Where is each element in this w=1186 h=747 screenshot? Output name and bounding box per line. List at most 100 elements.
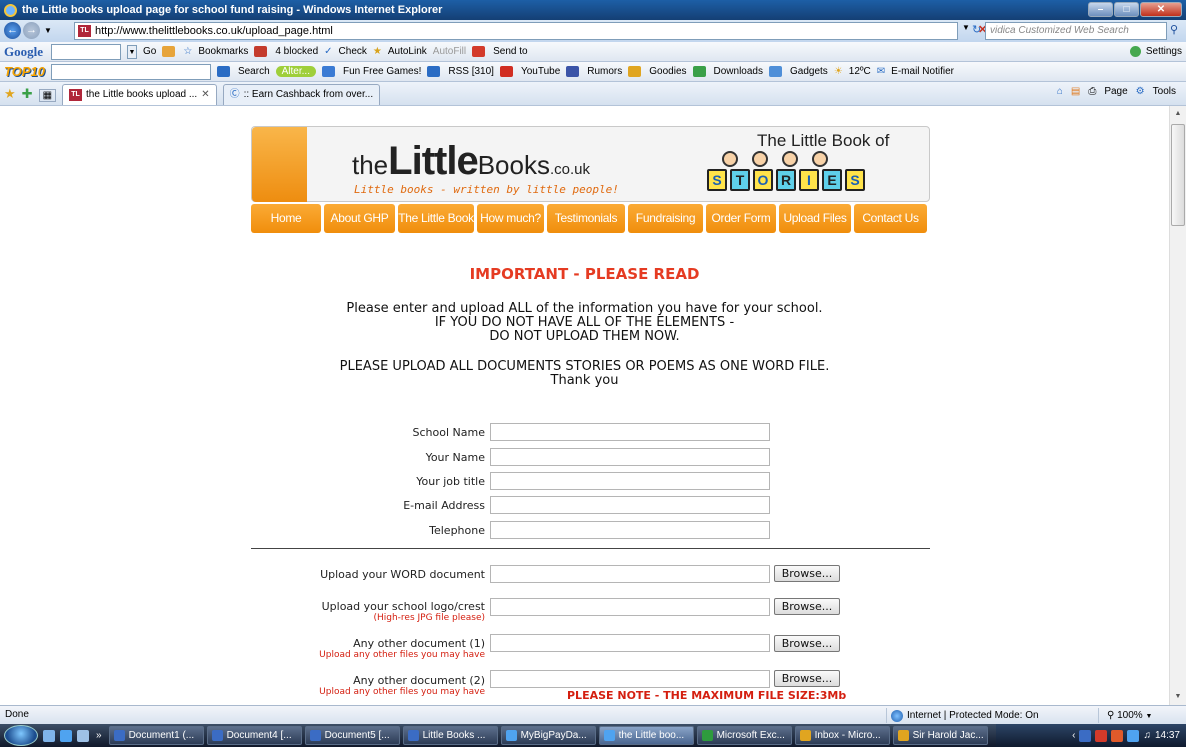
taskbar-item-document5[interactable]: Document5 [... xyxy=(304,726,400,745)
top10-logo[interactable]: TOP10 xyxy=(4,64,45,79)
autofill-button[interactable]: AutoFill xyxy=(433,46,466,57)
minimize-button[interactable]: – xyxy=(1088,2,1113,17)
taskbar-item-excel[interactable]: Microsoft Exc... xyxy=(696,726,792,745)
favorites-star-icon[interactable]: ★ xyxy=(4,86,16,102)
start-button[interactable] xyxy=(4,725,38,746)
back-button[interactable]: ← xyxy=(4,22,21,39)
school-name-input[interactable] xyxy=(490,423,770,441)
top10-search-input[interactable] xyxy=(50,63,211,80)
web-search-input[interactable]: vidica Customized Web Search xyxy=(985,22,1167,40)
other-doc-1-browse-button[interactable]: Browse... xyxy=(774,635,840,652)
nav-testimonials[interactable]: Testimonials xyxy=(547,204,625,233)
taskbar: » Document1 (... Document4 [... Document… xyxy=(0,724,1186,747)
nav-how-much[interactable]: How much? xyxy=(477,204,544,233)
gadgets-button[interactable]: Gadgets xyxy=(790,66,828,77)
volume-icon[interactable]: ♫ xyxy=(1143,730,1151,741)
scroll-up-icon[interactable]: ▲ xyxy=(1170,106,1186,122)
email-notifier-button[interactable]: E-mail Notifier xyxy=(891,66,954,77)
youtube-button[interactable]: YouTube xyxy=(521,66,560,77)
messenger-tray-icon[interactable] xyxy=(1111,729,1124,742)
job-title-input[interactable] xyxy=(490,472,770,490)
home-icon[interactable]: ⌂ xyxy=(1057,86,1063,97)
tab-earn-cashback[interactable]: Ⓒ :: Earn Cashback from over... xyxy=(222,84,381,105)
taskbar-item-document1[interactable]: Document1 (... xyxy=(108,726,204,745)
taskbar-item-document4[interactable]: Document4 [... xyxy=(206,726,302,745)
upload-logo-browse-button[interactable]: Browse... xyxy=(774,598,840,615)
rss-button[interactable]: RSS [310] xyxy=(448,66,494,77)
rumors-button[interactable]: Rumors xyxy=(587,66,622,77)
quicklaunch-chevron-icon[interactable]: » xyxy=(96,730,102,741)
show-desktop-icon[interactable] xyxy=(43,729,55,742)
monitor-tray-icon[interactable] xyxy=(1127,729,1140,742)
downloads-button[interactable]: Downloads xyxy=(714,66,763,77)
clock[interactable]: 14:37 xyxy=(1155,730,1180,741)
taskbar-item-little-books[interactable]: Little Books ... xyxy=(402,726,498,745)
taskbar-item-sir-harold[interactable]: Sir Harold Jac... xyxy=(892,726,988,745)
vertical-scrollbar[interactable]: ▲ ▼ xyxy=(1169,106,1186,705)
google-search-input[interactable] xyxy=(51,43,121,60)
tools-menu[interactable]: Tools xyxy=(1153,86,1176,97)
telephone-input[interactable] xyxy=(490,521,770,539)
google-go-button[interactable]: Go xyxy=(143,46,156,57)
history-dropdown-icon[interactable]: ▼ xyxy=(44,26,52,35)
bookmarks-button[interactable]: Bookmarks xyxy=(198,46,248,57)
your-name-input[interactable] xyxy=(490,448,770,466)
nav-contact-us[interactable]: Contact Us xyxy=(854,204,927,233)
maximize-button[interactable]: □ xyxy=(1114,2,1139,17)
forward-button[interactable]: → xyxy=(23,22,40,39)
page-menu[interactable]: Page xyxy=(1104,86,1127,97)
site-logo[interactable]: theLittleBooks.co.uk xyxy=(352,139,590,184)
nav-upload-files[interactable]: Upload Files xyxy=(779,204,851,233)
tab-little-books[interactable]: TL the Little books upload ... ✕ xyxy=(62,84,217,105)
taskbar-item-inbox[interactable]: Inbox - Micro... xyxy=(794,726,890,745)
alter-button[interactable]: Alter... xyxy=(275,66,316,77)
blocked-count[interactable]: 4 blocked xyxy=(275,46,318,57)
pagerank-icon[interactable] xyxy=(162,46,176,57)
nav-fundraising[interactable]: Fundraising xyxy=(628,204,703,233)
instructions-line-1: Please enter and upload ALL of the infor… xyxy=(346,301,823,316)
add-favorites-icon[interactable]: ✚ xyxy=(22,86,33,102)
other-doc-1-input[interactable] xyxy=(490,634,770,652)
top10-search-button[interactable]: Search xyxy=(238,66,270,77)
games-button[interactable]: Fun Free Games! xyxy=(343,66,421,77)
settings-button[interactable]: Settings xyxy=(1146,46,1182,57)
taskbar-label: Document5 [... xyxy=(324,730,390,741)
scroll-down-icon[interactable]: ▼ xyxy=(1170,689,1186,705)
sendto-button[interactable]: Send to xyxy=(493,46,527,57)
quick-tabs-icon[interactable]: ▦ xyxy=(38,89,57,102)
email-input[interactable] xyxy=(490,496,770,514)
upload-word-input[interactable] xyxy=(490,565,770,583)
security-tray-icon[interactable] xyxy=(1095,729,1108,742)
goodies-button[interactable]: Goodies xyxy=(649,66,686,77)
address-dropdown-icon[interactable]: ▼ xyxy=(962,23,970,32)
nav-the-little-book[interactable]: The Little Book xyxy=(398,204,474,233)
upload-logo-input[interactable] xyxy=(490,598,770,616)
nav-order-form[interactable]: Order Form xyxy=(706,204,776,233)
other-doc-2-input[interactable] xyxy=(490,670,770,688)
weather-readout[interactable]: 12ºC xyxy=(849,66,871,77)
switch-windows-icon[interactable] xyxy=(77,729,89,742)
feeds-icon[interactable]: ▤ xyxy=(1071,86,1080,97)
zoom-control[interactable]: ⚲ 100% ▼ xyxy=(1098,708,1152,723)
ie-quicklaunch-icon[interactable] xyxy=(60,729,72,742)
search-icon[interactable]: ⚲ xyxy=(1170,23,1178,36)
scroll-thumb[interactable] xyxy=(1171,124,1185,226)
print-icon[interactable]: ⎙ xyxy=(1088,86,1096,97)
nav-about-ghp[interactable]: About GHP xyxy=(324,204,395,233)
taskbar-item-the-little-books[interactable]: the Little boo... xyxy=(598,726,694,745)
address-input[interactable]: TL http://www.thelittlebooks.co.uk/uploa… xyxy=(74,22,958,40)
google-search-dropdown-icon[interactable]: ▼ xyxy=(127,44,137,59)
tray-expand-icon[interactable]: ‹ xyxy=(1072,730,1075,741)
security-zone[interactable]: Internet | Protected Mode: On xyxy=(886,708,1066,723)
nav-home[interactable]: Home xyxy=(251,204,321,233)
upload-word-browse-button[interactable]: Browse... xyxy=(774,565,840,582)
other-doc-2-browse-button[interactable]: Browse... xyxy=(774,670,840,687)
tab-close-icon[interactable]: ✕ xyxy=(201,85,209,105)
network-icon[interactable] xyxy=(1079,729,1092,742)
logo-little: Little xyxy=(388,139,479,183)
autolink-button[interactable]: AutoLink xyxy=(388,46,427,57)
check-button[interactable]: Check xyxy=(339,46,367,57)
close-button[interactable]: ✕ xyxy=(1140,2,1182,17)
spellcheck-icon: ✓ xyxy=(324,46,333,57)
taskbar-item-mybigpayday[interactable]: MyBigPayDa... xyxy=(500,726,596,745)
